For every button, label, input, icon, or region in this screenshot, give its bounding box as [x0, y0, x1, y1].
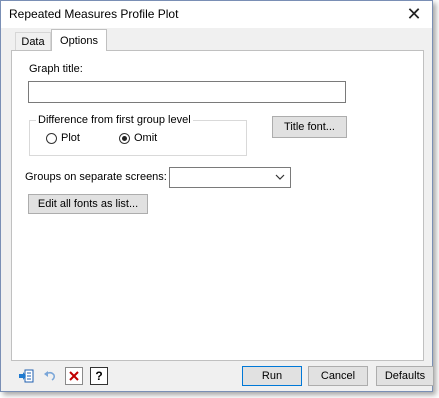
clear-x-icon	[69, 371, 79, 381]
cancel-button-label: Cancel	[320, 370, 356, 382]
run-button[interactable]: Run	[242, 366, 302, 386]
title-font-button-label: Title font...	[284, 121, 335, 133]
omit-radio[interactable]	[119, 133, 130, 144]
groups-separate-screens-select[interactable]	[169, 167, 291, 188]
graph-title-label: Graph title:	[29, 63, 83, 75]
chevron-down-icon	[275, 174, 285, 180]
copy-to-log-icon	[19, 369, 34, 383]
title-bar: Repeated Measures Profile Plot ✕	[1, 1, 432, 28]
undo-arrow-icon	[44, 371, 55, 381]
clear-button[interactable]	[65, 367, 83, 385]
edit-all-fonts-button[interactable]: Edit all fonts as list...	[28, 194, 148, 214]
difference-group-legend: Difference from first group level	[36, 114, 193, 126]
plot-radio-label[interactable]: Plot	[61, 132, 80, 144]
defaults-button-label: Defaults	[384, 370, 426, 382]
cancel-button[interactable]: Cancel	[308, 366, 368, 386]
omit-radio-label[interactable]: Omit	[134, 132, 157, 144]
dialog-window: Repeated Measures Profile Plot ✕ Data Op…	[0, 0, 434, 392]
close-button[interactable]: ✕	[402, 2, 426, 26]
title-font-button[interactable]: Title font...	[272, 116, 347, 138]
omit-radio-selected-dot	[122, 136, 127, 141]
close-icon: ✕	[406, 4, 422, 24]
run-button-label: Run	[261, 370, 283, 382]
tab-options[interactable]: Options	[51, 29, 107, 51]
tab-options-label: Options	[60, 35, 98, 47]
graph-title-input[interactable]	[28, 81, 346, 103]
defaults-button[interactable]: Defaults	[376, 366, 434, 386]
plot-radio[interactable]	[46, 133, 57, 144]
edit-all-fonts-button-label: Edit all fonts as list...	[37, 198, 139, 210]
tab-data[interactable]: Data	[15, 32, 51, 51]
help-icon: ?	[95, 369, 103, 383]
help-button[interactable]: ?	[90, 367, 108, 385]
restore-button[interactable]	[41, 367, 59, 385]
copy-to-input-log-button[interactable]	[17, 367, 35, 385]
groups-separate-screens-label: Groups on separate screens:	[25, 171, 167, 183]
window-title: Repeated Measures Profile Plot	[9, 7, 179, 21]
tab-data-label: Data	[21, 36, 45, 48]
